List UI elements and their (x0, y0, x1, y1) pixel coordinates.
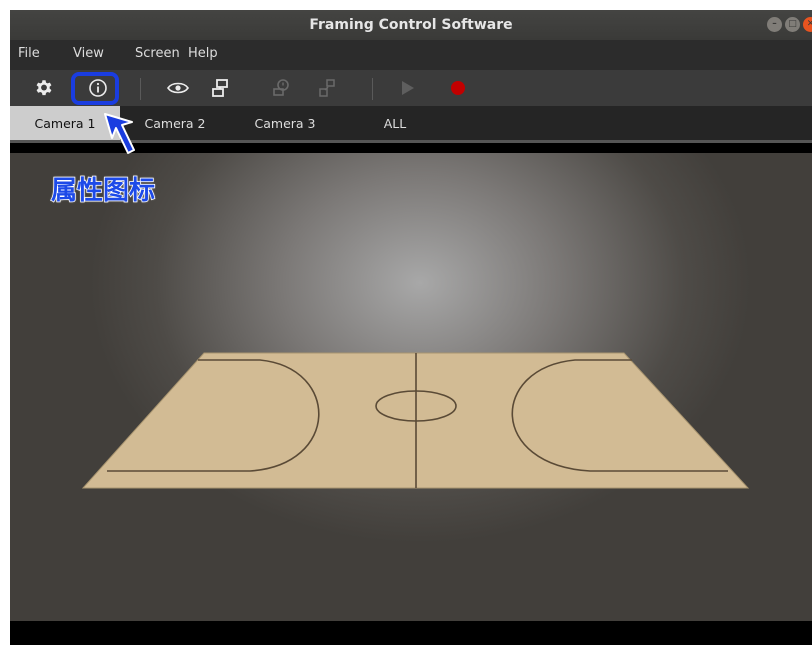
annotation-label: 属性图标 (50, 175, 156, 207)
arrow-pointer-icon (104, 113, 135, 154)
